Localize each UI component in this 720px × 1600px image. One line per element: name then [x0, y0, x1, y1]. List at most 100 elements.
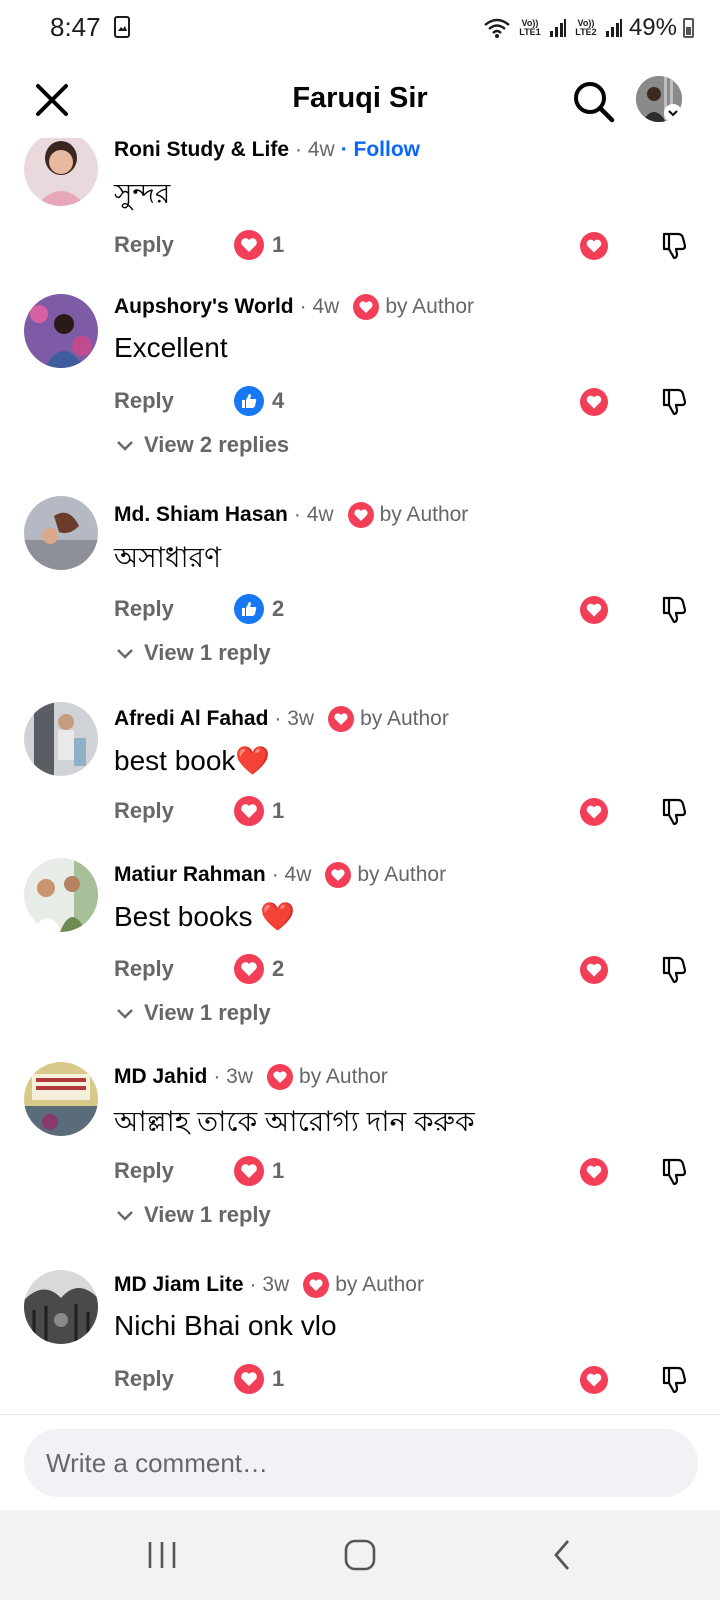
- author-badge: by Author: [267, 1064, 388, 1090]
- thumbs-down-icon[interactable]: [660, 594, 690, 624]
- reaction-summary[interactable]: 1: [234, 1156, 284, 1186]
- like-reaction-icon: [234, 386, 264, 416]
- signal-icon: [605, 19, 622, 37]
- reaction-count: 1: [272, 1158, 285, 1183]
- comment-text: Excellent: [114, 332, 228, 363]
- comment-time: · 3w: [274, 707, 315, 730]
- reaction-summary[interactable]: 1: [234, 1364, 284, 1394]
- reply-button[interactable]: Reply: [114, 232, 174, 258]
- comment-composer: [0, 1414, 720, 1511]
- reaction-summary[interactable]: 1: [234, 230, 284, 260]
- thumbs-down-icon[interactable]: [660, 954, 690, 984]
- reaction-count: 2: [272, 596, 285, 621]
- comment-text: সুন্দর: [114, 178, 171, 209]
- view-replies-button[interactable]: View 2 replies: [114, 432, 289, 458]
- avatar[interactable]: [24, 702, 98, 776]
- thumbs-down-icon[interactable]: [660, 230, 690, 260]
- commenter-name[interactable]: MD Jiam Lite: [114, 1273, 244, 1297]
- love-react-icon[interactable]: [580, 596, 608, 624]
- back-icon[interactable]: [544, 1538, 584, 1572]
- reaction-count: 1: [272, 232, 285, 257]
- reply-button[interactable]: Reply: [114, 1366, 174, 1392]
- heart-badge-icon: [267, 1064, 294, 1090]
- reply-button[interactable]: Reply: [114, 798, 174, 824]
- commenter-name[interactable]: Aupshory's World: [114, 295, 294, 319]
- avatar[interactable]: [24, 294, 98, 368]
- view-replies-label: View 1 reply: [144, 1000, 271, 1025]
- commenter-name[interactable]: Matiur Rahman: [114, 863, 266, 887]
- chevron-down-icon: [117, 1009, 133, 1019]
- status-time: 8:47: [50, 12, 101, 42]
- sim1-label: Vo)) LTE1: [519, 18, 541, 37]
- status-bar: 8:47 Vo)) LTE1 Vo)) LTE2 49%: [0, 0, 720, 60]
- commenter-name[interactable]: Afredi Al Fahad: [114, 707, 268, 731]
- view-replies-button[interactable]: View 1 reply: [114, 1202, 271, 1228]
- chevron-down-icon: [117, 1211, 133, 1221]
- reaction-summary[interactable]: 4: [234, 386, 284, 416]
- reaction-count: 2: [272, 956, 285, 981]
- reaction-summary[interactable]: 2: [234, 594, 284, 624]
- thumbs-down-icon[interactable]: [660, 796, 690, 826]
- comment-time: · 4w: [293, 503, 334, 526]
- sim2-label: Vo)) LTE2: [575, 18, 597, 37]
- avatar[interactable]: [24, 1270, 98, 1344]
- view-replies-button[interactable]: View 1 reply: [114, 1000, 271, 1026]
- heart-badge-icon: [325, 862, 352, 888]
- comment-text: Best books ❤️: [114, 901, 296, 932]
- heart-badge-icon: [347, 502, 374, 528]
- comment-time: · 4w: [299, 295, 340, 318]
- commenter-name[interactable]: Roni Study & Life: [114, 138, 289, 162]
- app-bar: Faruqi Sir: [0, 60, 720, 138]
- wifi-icon: [484, 18, 510, 38]
- love-react-icon[interactable]: [580, 1158, 608, 1186]
- thumbs-down-icon[interactable]: [660, 1364, 690, 1394]
- author-badge: by Author: [347, 502, 469, 528]
- battery-percent: 49%: [628, 14, 677, 41]
- search-icon[interactable]: [570, 78, 616, 124]
- home-icon[interactable]: [340, 1538, 380, 1572]
- reaction-summary[interactable]: 2: [234, 954, 284, 984]
- comment-input[interactable]: [24, 1429, 698, 1497]
- author-badge-label: by Author: [357, 863, 447, 886]
- reply-button[interactable]: Reply: [114, 956, 174, 982]
- battery-icon: [683, 18, 694, 38]
- commenter-name[interactable]: MD Jahid: [114, 1065, 207, 1089]
- heart-badge-icon: [303, 1272, 330, 1298]
- thumbs-down-icon[interactable]: [660, 1156, 690, 1186]
- love-react-icon[interactable]: [580, 956, 608, 984]
- avatar[interactable]: [24, 496, 98, 570]
- signal-icon: [549, 19, 566, 37]
- love-reaction-icon: [234, 1364, 264, 1394]
- avatar[interactable]: [24, 858, 98, 932]
- view-replies-label: View 1 reply: [144, 640, 271, 665]
- thumbs-down-icon[interactable]: [660, 386, 690, 416]
- commenter-name[interactable]: Md. Shiam Hasan: [114, 503, 288, 527]
- love-react-icon[interactable]: [580, 388, 608, 416]
- avatar[interactable]: [24, 1062, 98, 1136]
- chevron-down-icon: [117, 441, 133, 451]
- view-replies-label: View 2 replies: [144, 432, 290, 457]
- like-reaction-icon: [234, 594, 264, 624]
- avatar[interactable]: [24, 138, 98, 206]
- author-badge-label: by Author: [379, 503, 469, 526]
- comment-text: আল্লাহ তাকে আরোগ্য দান করুক: [114, 1106, 475, 1137]
- reaction-summary[interactable]: 1: [234, 796, 284, 826]
- love-react-icon[interactable]: [580, 1366, 608, 1394]
- comment-text: Nichi Bhai onk vlo: [114, 1310, 337, 1341]
- love-reaction-icon: [234, 954, 264, 984]
- recent-apps-icon[interactable]: [142, 1538, 182, 1572]
- follow-button[interactable]: · Follow: [341, 138, 420, 162]
- chevron-down-icon[interactable]: [664, 104, 682, 122]
- reply-button[interactable]: Reply: [114, 1158, 174, 1184]
- love-reaction-icon: [234, 796, 264, 826]
- author-badge: by Author: [325, 862, 446, 888]
- comment-time: · 3w: [249, 1273, 290, 1296]
- view-replies-button[interactable]: View 1 reply: [114, 640, 271, 666]
- reply-button[interactable]: Reply: [114, 388, 174, 414]
- love-react-icon[interactable]: [580, 798, 608, 826]
- comment-time: · 4w: [295, 138, 335, 161]
- author-badge-label: by Author: [335, 1273, 424, 1296]
- reply-button[interactable]: Reply: [114, 596, 174, 622]
- love-react-icon[interactable]: [580, 232, 608, 260]
- heart-badge-icon: [353, 294, 380, 320]
